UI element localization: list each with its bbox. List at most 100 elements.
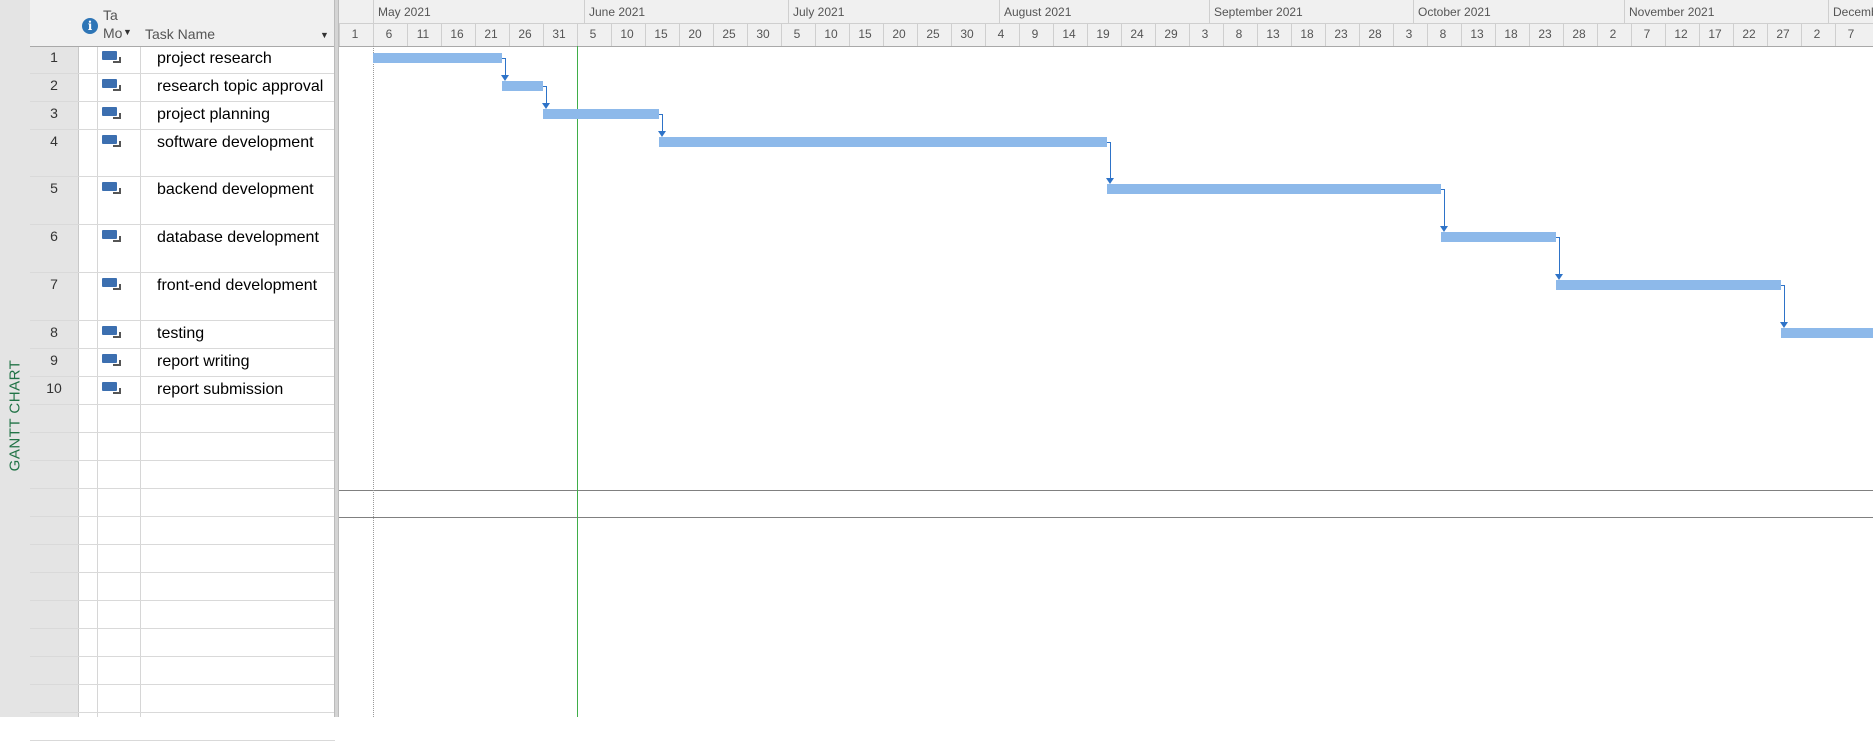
row-number[interactable]: 10 bbox=[30, 380, 78, 396]
task-name[interactable]: research topic approval bbox=[157, 78, 323, 96]
day-label: 8 bbox=[1439, 27, 1447, 41]
day-label: 9 bbox=[1031, 27, 1039, 41]
auto-schedule-icon bbox=[102, 182, 121, 194]
info-icon[interactable]: i bbox=[82, 18, 98, 34]
row-number[interactable]: 4 bbox=[30, 133, 78, 149]
task-name[interactable]: project research bbox=[157, 50, 272, 68]
task-name[interactable]: report submission bbox=[157, 381, 283, 399]
day-label: 30 bbox=[960, 27, 974, 41]
day-label: 23 bbox=[1334, 27, 1348, 41]
current-date-line bbox=[577, 46, 578, 717]
dependency-link bbox=[1444, 189, 1445, 230]
row-number[interactable]: 1 bbox=[30, 49, 78, 65]
task-row[interactable]: 9 report writing bbox=[30, 349, 335, 377]
task-row[interactable]: 6 database development bbox=[30, 225, 335, 273]
row-number[interactable]: 7 bbox=[30, 276, 78, 292]
day-label: 5 bbox=[793, 27, 801, 41]
task-bar[interactable] bbox=[543, 109, 659, 119]
day-label: 18 bbox=[1300, 27, 1314, 41]
day-label: 31 bbox=[552, 27, 566, 41]
task-name[interactable]: front-end development bbox=[157, 277, 317, 295]
day-label: 18 bbox=[1504, 27, 1518, 41]
grid-header: i Ta Mo ▼ Task Name ▼ bbox=[30, 0, 335, 47]
empty-row[interactable] bbox=[30, 517, 335, 545]
day-label: 28 bbox=[1368, 27, 1382, 41]
task-bar[interactable] bbox=[373, 53, 502, 63]
empty-row[interactable] bbox=[30, 489, 335, 517]
task-row[interactable]: 8 testing bbox=[30, 321, 335, 349]
empty-row[interactable] bbox=[30, 657, 335, 685]
task-bar[interactable] bbox=[1107, 184, 1441, 194]
view-label: GANTT CHART bbox=[6, 359, 24, 471]
task-bar[interactable] bbox=[1556, 280, 1781, 290]
empty-row[interactable] bbox=[30, 601, 335, 629]
task-name[interactable]: software development bbox=[157, 134, 314, 152]
task-row[interactable]: 7 front-end development bbox=[30, 273, 335, 321]
row-number[interactable]: 2 bbox=[30, 77, 78, 93]
row-number[interactable]: 5 bbox=[30, 180, 78, 196]
day-label: 27 bbox=[1776, 27, 1790, 41]
task-bar[interactable] bbox=[1781, 328, 1873, 338]
task-name[interactable]: project planning bbox=[157, 106, 270, 124]
empty-row[interactable] bbox=[30, 461, 335, 489]
day-label: 15 bbox=[858, 27, 872, 41]
day-label: 26 bbox=[518, 27, 532, 41]
day-label: 7 bbox=[1643, 27, 1651, 41]
gantt-chart-area[interactable] bbox=[339, 46, 1873, 717]
empty-row[interactable] bbox=[30, 545, 335, 573]
task-name-header[interactable]: Task Name bbox=[145, 26, 215, 42]
day-label: 16 bbox=[450, 27, 464, 41]
task-row[interactable]: 2 research topic approval bbox=[30, 74, 335, 102]
task-bar[interactable] bbox=[502, 81, 543, 91]
day-label: 22 bbox=[1742, 27, 1756, 41]
month-separator bbox=[1209, 0, 1210, 23]
row-number[interactable]: 9 bbox=[30, 352, 78, 368]
empty-row[interactable] bbox=[30, 713, 335, 741]
task-mode-header[interactable]: Ta Mo bbox=[103, 6, 122, 42]
month-separator bbox=[1413, 0, 1414, 23]
month-label: August 2021 bbox=[1004, 5, 1072, 19]
auto-schedule-icon bbox=[102, 382, 121, 394]
day-label: 30 bbox=[756, 27, 770, 41]
day-label: 4 bbox=[997, 27, 1005, 41]
month-label: June 2021 bbox=[589, 5, 646, 19]
task-name[interactable]: backend development bbox=[157, 181, 314, 199]
month-label: December 2021 bbox=[1833, 5, 1873, 19]
auto-schedule-icon bbox=[102, 230, 121, 242]
task-name-dropdown-arrow-icon[interactable]: ▼ bbox=[320, 30, 329, 40]
day-label: 7 bbox=[1847, 27, 1855, 41]
task-name[interactable]: report writing bbox=[157, 353, 249, 371]
task-row[interactable]: 5 backend development bbox=[30, 177, 335, 225]
task-row[interactable]: 10 report submission bbox=[30, 377, 335, 405]
day-label: 3 bbox=[1201, 27, 1209, 41]
empty-row[interactable] bbox=[30, 573, 335, 601]
day-label: 17 bbox=[1708, 27, 1722, 41]
month-label: July 2021 bbox=[793, 5, 845, 19]
day-label: 21 bbox=[484, 27, 498, 41]
empty-row[interactable] bbox=[30, 629, 335, 657]
timescale: May 2021 June 2021 July 2021 August 2021 Sep… bbox=[339, 0, 1873, 47]
row-number[interactable]: 6 bbox=[30, 228, 78, 244]
day-label: 3 bbox=[1405, 27, 1413, 41]
task-name[interactable]: testing bbox=[157, 325, 204, 343]
month-separator bbox=[584, 0, 585, 23]
task-row[interactable]: 4 software development bbox=[30, 130, 335, 177]
row-number[interactable]: 3 bbox=[30, 105, 78, 121]
task-row[interactable]: 3 project planning bbox=[30, 102, 335, 130]
task-bar[interactable] bbox=[659, 137, 1107, 147]
auto-schedule-icon bbox=[102, 135, 121, 147]
task-mode-dropdown-arrow-icon[interactable]: ▼ bbox=[123, 27, 132, 37]
month-label: May 2021 bbox=[378, 5, 431, 19]
day-label: 6 bbox=[385, 27, 393, 41]
day-label: 5 bbox=[589, 27, 597, 41]
task-row[interactable]: 1 project research bbox=[30, 46, 335, 74]
empty-row[interactable] bbox=[30, 685, 335, 713]
task-bar[interactable] bbox=[1441, 232, 1556, 242]
row-number[interactable]: 8 bbox=[30, 324, 78, 340]
empty-row[interactable] bbox=[30, 433, 335, 461]
day-label: 20 bbox=[892, 27, 906, 41]
month-separator bbox=[373, 0, 374, 23]
month-separator bbox=[999, 0, 1000, 23]
empty-row[interactable] bbox=[30, 405, 335, 433]
task-name[interactable]: database development bbox=[157, 229, 319, 247]
